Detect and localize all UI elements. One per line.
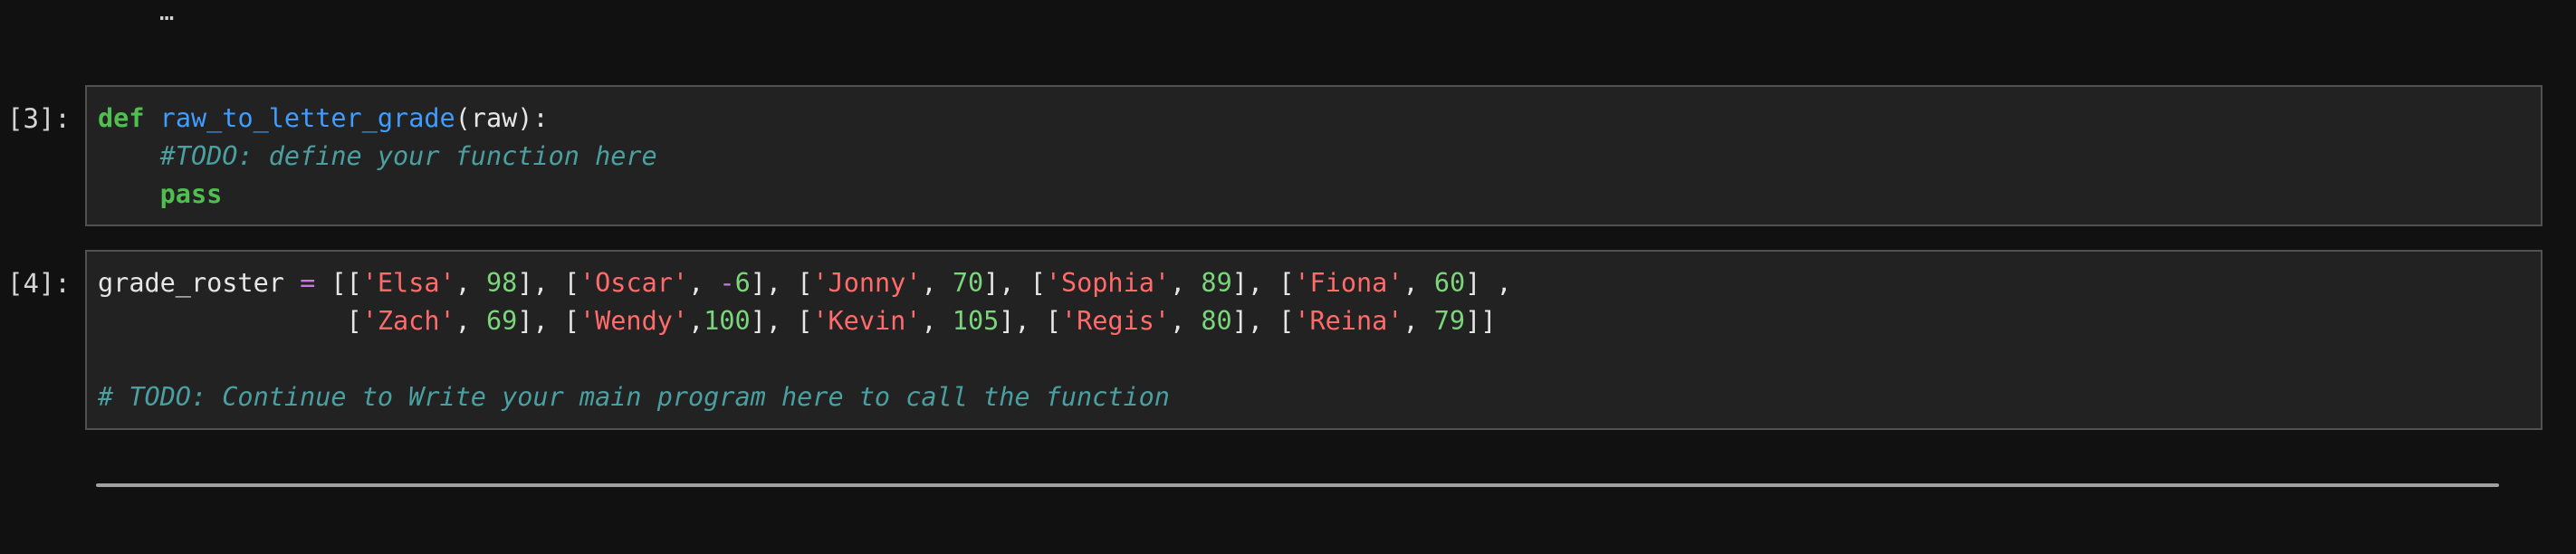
string-literal: 'Elsa': [361, 268, 455, 298]
code-keyword: def: [98, 103, 145, 133]
string-literal: 'Regis': [1060, 306, 1171, 336]
code-line[interactable]: def raw_to_letter_grade(raw):: [98, 100, 657, 138]
code-text: ]]: [1465, 306, 1497, 336]
code-text: (raw):: [455, 103, 549, 133]
string-literal: 'Reina': [1294, 306, 1403, 336]
code-cell-3-editor[interactable]: def raw_to_letter_grade(raw): #TODO: def…: [98, 100, 657, 214]
number-literal: 98: [486, 268, 518, 298]
code-text: ,: [455, 268, 486, 298]
code-comment: # TODO: Continue to Write your main prog…: [98, 382, 1170, 412]
code-text: ], [: [1231, 306, 1295, 336]
code-cell-4-editor[interactable]: grade_roster = [['Elsa', 98], ['Oscar', …: [98, 264, 1512, 416]
code-text: ], [: [983, 268, 1046, 298]
code-text: ], [: [517, 268, 579, 298]
code-line[interactable]: grade_roster = [['Elsa', 98], ['Oscar', …: [98, 264, 1512, 302]
operator: -: [719, 268, 735, 298]
code-text: [[: [315, 268, 362, 298]
code-line[interactable]: pass: [98, 176, 657, 214]
code-text: ,: [1170, 268, 1202, 298]
cell-4-prompt: [4]:: [7, 268, 71, 299]
number-literal: 79: [1433, 306, 1466, 336]
string-literal: 'Sophia': [1045, 268, 1171, 298]
code-text: ,: [688, 268, 720, 298]
number-literal: 60: [1433, 268, 1466, 298]
code-text: ,: [1403, 306, 1434, 336]
code-line[interactable]: #TODO: define your function here: [98, 138, 657, 176]
number-literal: 100: [704, 306, 751, 336]
code-text: ], [: [517, 306, 579, 336]
code-text: ,: [1403, 268, 1434, 298]
code-text: ,: [688, 306, 704, 336]
code-text: ], [: [750, 306, 813, 336]
cell-3-prompt: [3]:: [7, 103, 71, 134]
code-text: ,: [455, 306, 486, 336]
number-literal: 105: [952, 306, 1000, 336]
code-text: ], [: [750, 268, 813, 298]
code-line[interactable]: # TODO: Continue to Write your main prog…: [98, 378, 1512, 416]
number-literal: 89: [1201, 268, 1232, 298]
function-name: raw_to_letter_grade: [159, 103, 455, 133]
number-literal: 80: [1201, 306, 1232, 336]
code-cell-3[interactable]: def raw_to_letter_grade(raw): #TODO: def…: [85, 85, 2542, 226]
code-text: ] ,: [1465, 268, 1512, 298]
string-literal: 'Fiona': [1294, 268, 1403, 298]
code-text: grade_roster: [98, 268, 301, 298]
truncated-output-ellipsis[interactable]: …: [159, 0, 174, 24]
number-literal: 69: [485, 306, 518, 336]
code-line[interactable]: ['Zach', 69], ['Wendy',100], ['Kevin', 1…: [98, 302, 1512, 340]
code-text: ,: [1170, 306, 1202, 336]
code-line[interactable]: [98, 340, 1512, 378]
code-text: ], [: [1231, 268, 1295, 298]
notebook-page: … [3]: def raw_to_letter_grade(raw): #TO…: [0, 0, 2576, 554]
string-literal: 'Kevin': [812, 306, 922, 336]
code-keyword: pass: [159, 179, 223, 209]
code-text: [: [98, 306, 362, 336]
code-comment: #TODO: define your function here: [159, 141, 657, 171]
string-literal: 'Zach': [361, 306, 455, 336]
code-cell-4[interactable]: grade_roster = [['Elsa', 98], ['Oscar', …: [85, 250, 2542, 430]
number-literal: 70: [952, 268, 984, 298]
code-text: ,: [921, 268, 953, 298]
string-literal: 'Jonny': [812, 268, 922, 298]
code-text: ], [: [999, 306, 1061, 336]
string-literal: 'Oscar': [579, 268, 689, 298]
code-text: ,: [921, 306, 953, 336]
output-divider: [96, 483, 2499, 487]
number-literal: 6: [734, 268, 751, 298]
string-literal: 'Wendy': [579, 306, 689, 336]
operator: =: [300, 268, 316, 298]
